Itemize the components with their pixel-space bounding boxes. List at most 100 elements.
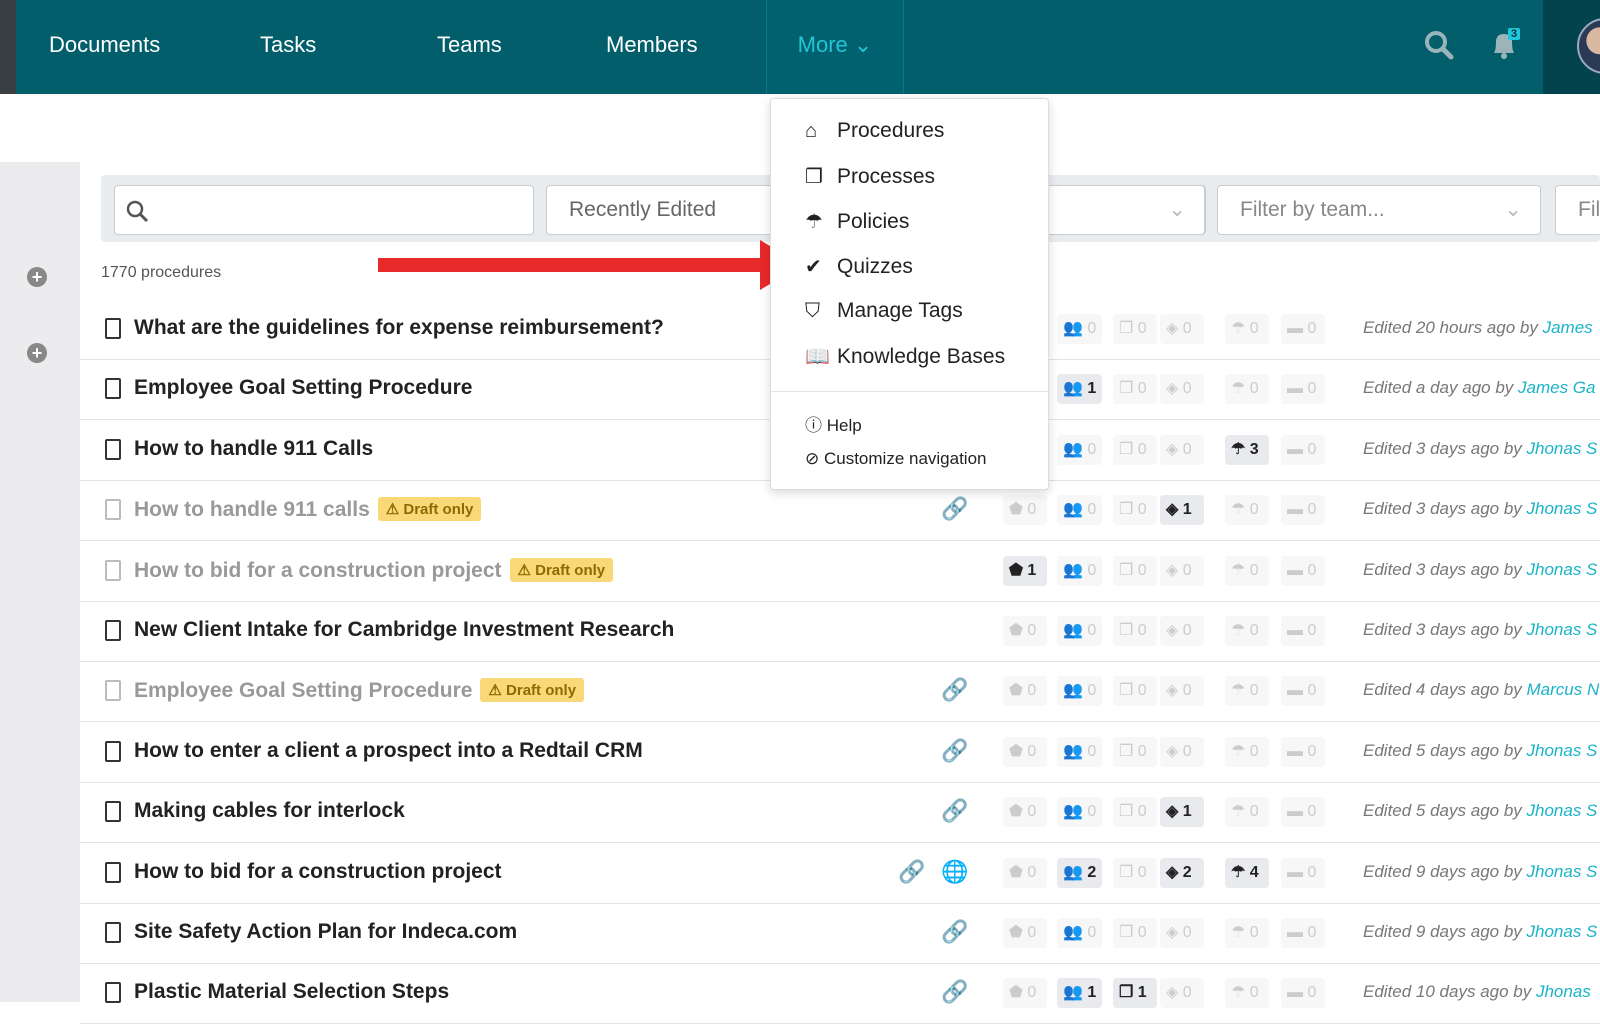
add-icon[interactable]: +: [27, 267, 47, 287]
stat-folder[interactable]: ▬ 0: [1281, 314, 1325, 344]
menu-item-policies[interactable]: ☂ Policies: [805, 209, 909, 234]
editor-link[interactable]: Jhonas S: [1527, 862, 1598, 881]
link-icon[interactable]: 🔗: [941, 798, 968, 824]
stat-policy[interactable]: ☂ 0: [1225, 555, 1269, 586]
nav-tasks[interactable]: Tasks: [260, 0, 316, 94]
stat-policy[interactable]: ☂ 0: [1225, 314, 1269, 344]
editor-link[interactable]: Jhonas S: [1527, 801, 1598, 820]
menu-item-manage-tags[interactable]: ⛉ Manage Tags: [805, 299, 963, 323]
editor-link[interactable]: Jhonas S: [1527, 439, 1598, 458]
stat-quiz[interactable]: ◈ 0: [1160, 374, 1204, 405]
editor-link[interactable]: Marcus N: [1527, 680, 1600, 699]
stat-policy[interactable]: ☂ 0: [1225, 736, 1269, 767]
menu-item-customize-navigation[interactable]: ⊘ Customize navigation: [805, 449, 987, 469]
stat-policy[interactable]: ☂ 0: [1225, 978, 1269, 1009]
procedure-title[interactable]: New Client Intake for Cambridge Investme…: [134, 618, 674, 642]
stat-quiz[interactable]: ◈ 0: [1160, 555, 1204, 586]
table-row[interactable]: How to bid for a construction project 🔗 🌐 ⬟…: [80, 844, 1600, 904]
stat-processes[interactable]: ❐ 0: [1113, 434, 1157, 465]
nav-documents[interactable]: Documents: [49, 0, 160, 94]
editor-link[interactable]: Jhonas S: [1527, 560, 1598, 579]
stat-folder[interactable]: ▬ 0: [1281, 978, 1325, 1009]
stat-quiz[interactable]: ◈ 0: [1160, 918, 1204, 948]
stat-folder[interactable]: ▬ 0: [1281, 434, 1325, 465]
stat-folder[interactable]: ▬ 0: [1281, 555, 1325, 586]
stat-policy[interactable]: ☂ 0: [1225, 616, 1269, 646]
link-icon[interactable]: 🔗: [898, 859, 925, 885]
search-input[interactable]: [114, 185, 534, 235]
editor-link[interactable]: James Ga: [1518, 378, 1595, 397]
stat-folder[interactable]: ▬ 0: [1281, 736, 1325, 767]
nav-members[interactable]: Members: [606, 0, 698, 94]
procedure-title[interactable]: How to handle 911 Calls: [134, 437, 373, 461]
stat-processes[interactable]: ❐ 0: [1113, 736, 1157, 767]
menu-item-procedures[interactable]: ⌂ Procedures: [805, 119, 944, 143]
menu-item-quizzes[interactable]: ✔ Quizzes: [805, 254, 913, 279]
stat-tag[interactable]: ⬟ 1: [1003, 555, 1047, 586]
search-icon[interactable]: [1424, 30, 1454, 60]
team-filter-select[interactable]: Filter by team... ⌄: [1217, 185, 1541, 235]
nav-teams[interactable]: Teams: [437, 0, 502, 94]
editor-link[interactable]: Jhonas S: [1527, 620, 1598, 639]
stat-folder[interactable]: ▬ 0: [1281, 857, 1325, 888]
stat-tag[interactable]: ⬟ 0: [1003, 736, 1047, 767]
stat-policy[interactable]: ☂ 0: [1225, 918, 1269, 948]
stat-quiz[interactable]: ◈ 0: [1160, 676, 1204, 707]
stat-people[interactable]: 👥 0: [1057, 736, 1103, 767]
stat-folder[interactable]: ▬ 0: [1281, 797, 1325, 828]
stat-tag[interactable]: ⬟ 0: [1003, 857, 1047, 888]
stat-processes[interactable]: ❐ 0: [1113, 797, 1157, 828]
stat-policy[interactable]: ☂ 0: [1225, 495, 1269, 526]
table-row[interactable]: Making cables for interlock 🔗 ⬟ 0 👥 0 ❐ 0 ◈ 1…: [80, 783, 1600, 844]
table-row[interactable]: How to handle 911 calls ⚠ Draft only 🔗 ⬟ 0 👥…: [80, 481, 1600, 542]
stat-quiz[interactable]: ◈ 2: [1160, 857, 1204, 888]
procedure-title[interactable]: How to enter a client a prospect into a …: [134, 739, 643, 763]
stat-processes[interactable]: ❐ 1: [1113, 978, 1157, 1009]
stat-quiz[interactable]: ◈ 0: [1160, 434, 1204, 465]
procedure-title[interactable]: Employee Goal Setting Procedure ⚠ Draft o…: [134, 678, 585, 703]
procedure-title[interactable]: How to handle 911 calls ⚠ Draft only: [134, 497, 482, 522]
menu-item-help[interactable]: ⓘ Help: [805, 411, 862, 436]
stat-people[interactable]: 👥 0: [1057, 555, 1103, 586]
link-icon[interactable]: 🔗: [941, 677, 968, 703]
stat-people[interactable]: 👥 0: [1057, 616, 1103, 646]
stat-processes[interactable]: ❐ 0: [1113, 314, 1157, 344]
stat-processes[interactable]: ❐ 0: [1113, 374, 1157, 405]
menu-item-processes[interactable]: ❐ Processes: [805, 164, 935, 189]
stat-processes[interactable]: ❐ 0: [1113, 555, 1157, 586]
editor-link[interactable]: Jhonas S: [1527, 499, 1598, 518]
stat-people[interactable]: 👥 0: [1057, 918, 1103, 948]
add-icon[interactable]: +: [27, 343, 47, 363]
procedure-title[interactable]: Making cables for interlock: [134, 799, 405, 823]
stat-people[interactable]: 👥 1: [1057, 374, 1103, 405]
stat-folder[interactable]: ▬ 0: [1281, 918, 1325, 948]
filter-select[interactable]: Filt: [1555, 185, 1600, 235]
stat-policy[interactable]: ☂ 0: [1225, 676, 1269, 707]
stat-processes[interactable]: ❐ 0: [1113, 857, 1157, 888]
stat-people[interactable]: 👥 0: [1057, 314, 1103, 344]
stat-folder[interactable]: ▬ 0: [1281, 374, 1325, 405]
stat-quiz[interactable]: ◈ 0: [1160, 736, 1204, 767]
link-icon[interactable]: 🔗: [941, 496, 968, 522]
procedure-title[interactable]: How to bid for a construction project ⚠ D…: [134, 557, 614, 583]
link-icon[interactable]: 🔗: [941, 979, 968, 1005]
table-row[interactable]: How to enter a client a prospect into a …: [80, 723, 1600, 783]
stat-tag[interactable]: ⬟ 0: [1003, 978, 1047, 1009]
stat-folder[interactable]: ▬ 0: [1281, 676, 1325, 707]
stat-people[interactable]: 👥 1: [1057, 978, 1103, 1009]
procedure-title[interactable]: Site Safety Action Plan for Indeca.com: [134, 920, 517, 944]
stat-people[interactable]: 👥 2: [1057, 857, 1103, 888]
table-row[interactable]: Employee Goal Setting Procedure ⚠ Draft o…: [80, 662, 1600, 723]
link-icon[interactable]: 🔗: [941, 919, 968, 945]
stat-tag[interactable]: ⬟ 0: [1003, 495, 1047, 526]
stat-tag[interactable]: ⬟ 0: [1003, 676, 1047, 707]
procedure-title[interactable]: Plastic Material Selection Steps: [134, 980, 449, 1004]
stat-tag[interactable]: ⬟ 0: [1003, 616, 1047, 646]
stat-processes[interactable]: ❐ 0: [1113, 918, 1157, 948]
stat-quiz[interactable]: ◈ 1: [1160, 797, 1204, 828]
stat-policy[interactable]: ☂ 0: [1225, 797, 1269, 828]
stat-people[interactable]: 👥 0: [1057, 797, 1103, 828]
globe-icon[interactable]: 🌐: [941, 859, 968, 885]
table-row[interactable]: New Client Intake for Cambridge Investme…: [80, 602, 1600, 662]
link-icon[interactable]: 🔗: [941, 738, 968, 764]
